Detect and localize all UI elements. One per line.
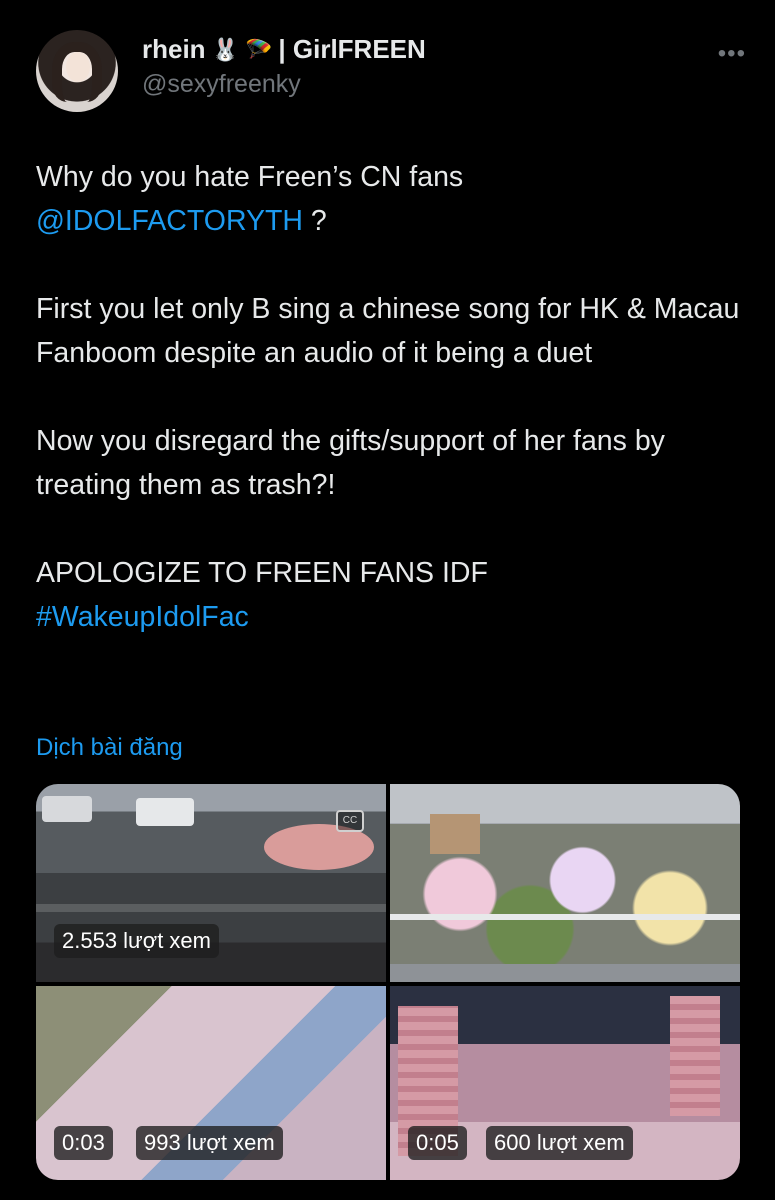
- more-options-icon[interactable]: •••: [718, 40, 746, 68]
- display-name-suffix[interactable]: | GirlFREEN: [278, 34, 425, 65]
- display-name[interactable]: rhein: [142, 34, 206, 65]
- author-handle[interactable]: @sexyfreenky: [142, 70, 301, 99]
- video-thumbnail-1[interactable]: CC 2.553 lượt xem: [36, 784, 386, 982]
- author-name-line[interactable]: rhein 🐰 🪂 | GirlFREEN: [142, 34, 426, 65]
- tweet-paragraph-1: Why do you hate Freen’s CN fans @IDOLFAC…: [36, 155, 746, 243]
- view-count-badge: 2.553 lượt xem: [54, 924, 219, 958]
- rabbit-emoji-icon: 🐰: [211, 36, 239, 62]
- mention-link[interactable]: @IDOLFACTORYTH: [36, 205, 303, 237]
- translate-post-link[interactable]: Dịch bài đăng: [36, 734, 183, 762]
- duration-badge: 0:05: [408, 1126, 467, 1160]
- tweet-paragraph-4: APOLOGIZE TO FREEN FANS IDF #WakeupIdolF…: [36, 551, 746, 639]
- tweet-paragraph-3: Now you disregard the gifts/support of h…: [36, 425, 665, 501]
- duration-badge: 0:03: [54, 1126, 113, 1160]
- text-fragment: ?: [303, 205, 327, 237]
- text-line: APOLOGIZE TO FREEN FANS IDF: [36, 557, 488, 589]
- image-thumbnail-2[interactable]: [390, 784, 740, 982]
- text-line: Why do you hate Freen’s CN fans: [36, 161, 464, 193]
- video-thumbnail-3[interactable]: 0:03 993 lượt xem: [36, 986, 386, 1180]
- tweet-header: rhein 🐰 🪂 | GirlFREEN @sexyfreenky •••: [36, 26, 746, 116]
- tweet-paragraph-2: First you let only B sing a chinese song…: [36, 293, 740, 369]
- umbrella-emoji-icon: 🪂: [244, 36, 273, 62]
- hashtag-link[interactable]: #WakeupIdolFac: [36, 601, 249, 633]
- media-grid: CC 2.553 lượt xem 0:03 993 lượt xem 0:05…: [36, 784, 740, 1180]
- tweet-text: Why do you hate Freen’s CN fans @IDOLFAC…: [36, 155, 746, 683]
- view-count-badge: 600 lượt xem: [486, 1126, 633, 1160]
- avatar[interactable]: [36, 30, 118, 112]
- view-count-badge: 993 lượt xem: [136, 1126, 283, 1160]
- captions-icon: CC: [336, 810, 364, 832]
- video-thumbnail-4[interactable]: 0:05 600 lượt xem: [390, 986, 740, 1180]
